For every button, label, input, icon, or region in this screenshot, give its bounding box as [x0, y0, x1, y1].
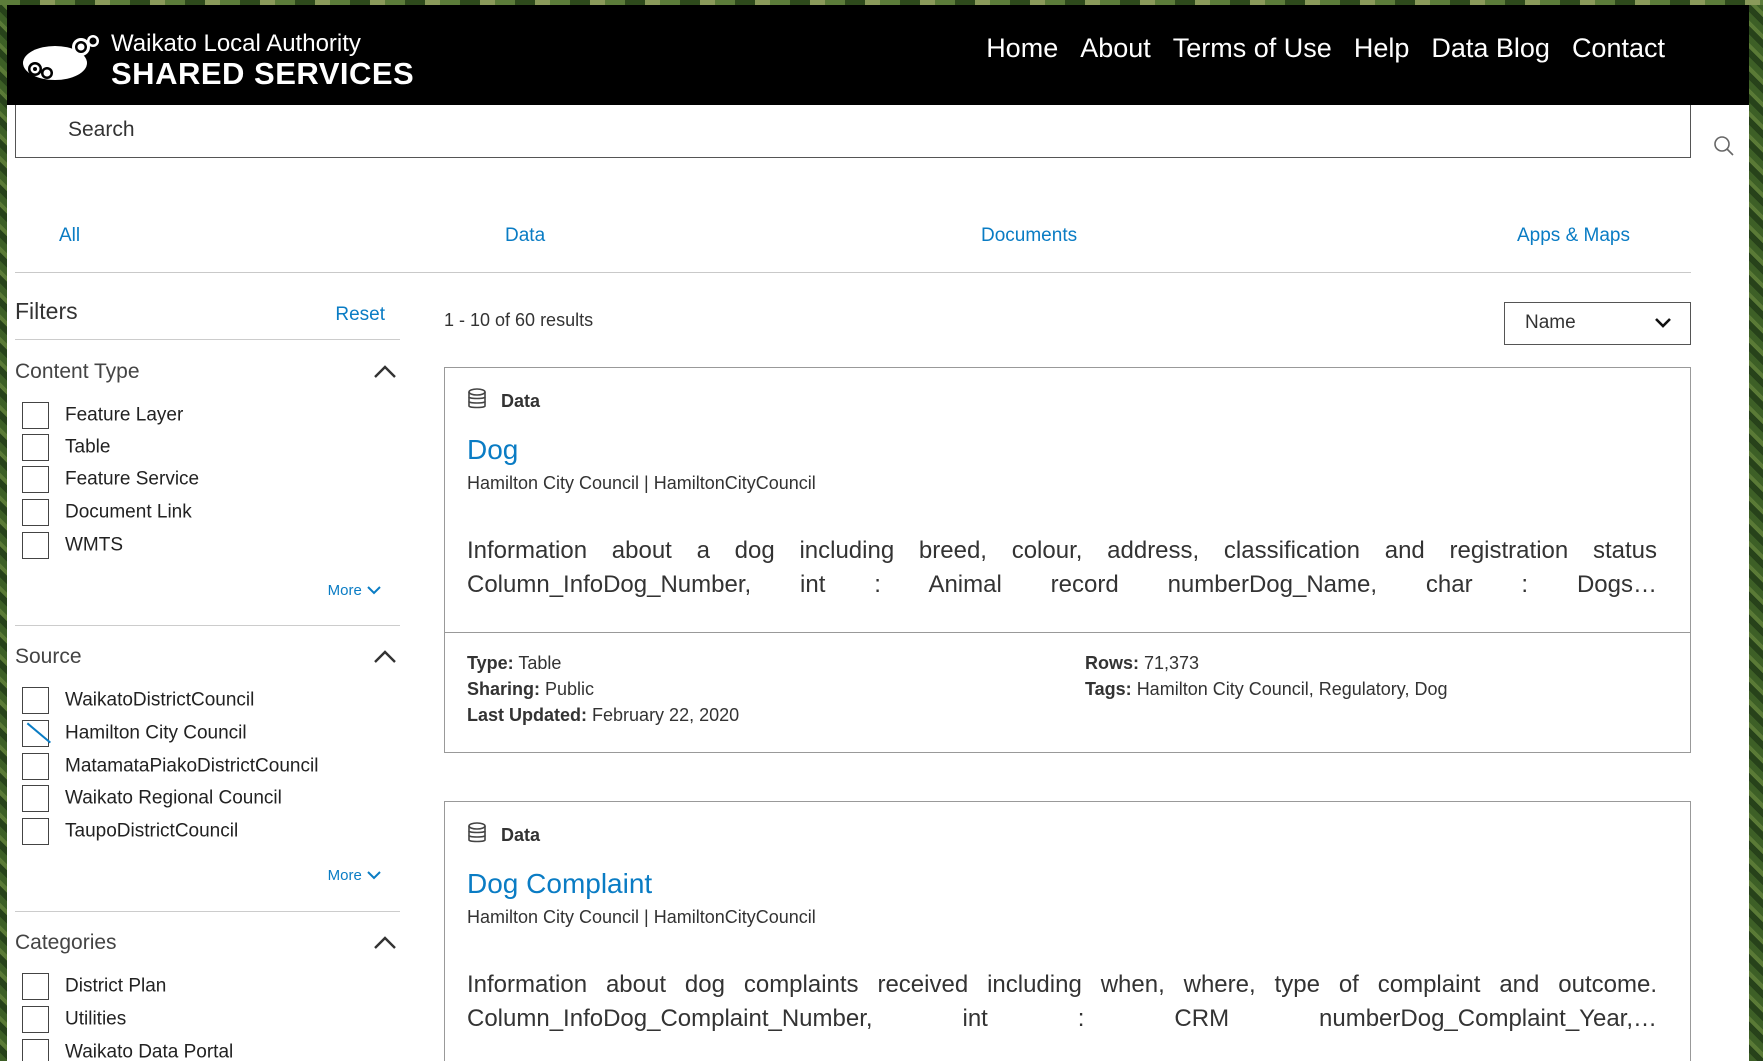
facet-option[interactable]: Waikato Data Portal: [22, 1039, 233, 1061]
facet-divider: [15, 625, 400, 626]
content-tabs: All Data Documents Apps & Maps: [15, 215, 1691, 273]
page: Waikato Local Authority SHARED SERVICES …: [7, 5, 1749, 1061]
checkbox[interactable]: [22, 402, 49, 429]
checkbox[interactable]: [22, 499, 49, 526]
facet-option[interactable]: Utilities: [22, 1006, 126, 1036]
facet-more-button[interactable]: More: [328, 867, 382, 884]
site-header: Waikato Local Authority SHARED SERVICES …: [7, 5, 1749, 105]
card-type: Data: [467, 388, 540, 412]
facet-divider: [15, 911, 400, 912]
card-description: Information about a dog including breed,…: [467, 537, 1657, 598]
card-title-link[interactable]: Dog: [467, 434, 518, 466]
facet-content-type: Content Type Feature Layer Table Feature…: [15, 360, 400, 610]
facet-option[interactable]: Document Link: [22, 499, 192, 529]
facet-option[interactable]: WaikatoDistrictCouncil: [22, 687, 254, 717]
nav-about[interactable]: About: [1080, 33, 1151, 64]
meta-type: Type: Table: [467, 653, 562, 673]
facet-option[interactable]: Feature Layer: [22, 402, 183, 432]
card-owner: Hamilton City Council | HamiltonCityCoun…: [467, 473, 816, 493]
nav-help[interactable]: Help: [1354, 33, 1410, 64]
site-logo[interactable]: Waikato Local Authority SHARED SERVICES: [21, 27, 414, 91]
reset-filters-button[interactable]: Reset: [335, 304, 385, 326]
database-icon: [468, 822, 486, 843]
chevron-up-icon[interactable]: [370, 931, 400, 955]
checkbox[interactable]: [22, 687, 49, 714]
background-foliage-right: [1749, 0, 1763, 1061]
checkbox[interactable]: [22, 1039, 49, 1061]
card-owner: Hamilton City Council | HamiltonCityCoun…: [467, 907, 816, 927]
facet-more-button[interactable]: More: [328, 582, 382, 599]
checkbox-checked[interactable]: [22, 720, 49, 747]
checkbox[interactable]: [22, 818, 49, 845]
result-card: Data Dog Hamilton City Council | Hamilto…: [444, 367, 1691, 753]
facet-title: Source: [15, 645, 82, 668]
nav-contact[interactable]: Contact: [1572, 33, 1665, 64]
result-card: Data Dog Complaint Hamilton City Council…: [444, 801, 1691, 1061]
facet-option[interactable]: TaupoDistrictCouncil: [22, 818, 238, 848]
chevron-down-icon: [367, 871, 381, 880]
tab-apps-maps[interactable]: Apps & Maps: [1517, 225, 1630, 247]
checkbox[interactable]: [22, 1006, 49, 1033]
logo-line-1: Waikato Local Authority: [111, 30, 361, 57]
filters-header: Filters Reset: [15, 298, 400, 340]
search-icon[interactable]: [1711, 133, 1737, 159]
main-nav: Home About Terms of Use Help Data Blog C…: [986, 33, 1665, 64]
results-count: 1 - 10 of 60 results: [444, 310, 594, 330]
card-type: Data: [467, 822, 540, 846]
logo-icon: [23, 35, 99, 80]
facet-option[interactable]: Waikato Regional Council: [22, 785, 282, 815]
checkbox[interactable]: [22, 785, 49, 812]
facet-source: Source WaikatoDistrictCouncil Hamilton C…: [15, 645, 400, 895]
tab-documents[interactable]: Documents: [981, 225, 1077, 247]
facet-option[interactable]: WMTS: [22, 532, 123, 562]
meta-rows: Rows: 71,373: [1085, 653, 1200, 673]
logo-line-2: SHARED SERVICES: [111, 56, 415, 91]
facet-option[interactable]: Feature Service: [22, 466, 199, 496]
tab-all[interactable]: All: [59, 225, 80, 247]
facet-title: Content Type: [15, 360, 140, 383]
database-icon: [468, 388, 486, 409]
meta-last-updated: Last Updated: February 22, 2020: [467, 705, 740, 725]
card-title-link[interactable]: Dog Complaint: [467, 868, 652, 900]
facet-option[interactable]: District Plan: [22, 973, 166, 1003]
checkbox[interactable]: [22, 466, 49, 493]
chevron-up-icon[interactable]: [370, 360, 400, 384]
search-input[interactable]: Search: [15, 105, 1691, 158]
filters-title: Filters: [15, 298, 78, 324]
facet-title: Categories: [15, 931, 117, 954]
meta-tags: Tags: Hamilton City Council, Regulatory,…: [1085, 679, 1448, 699]
checkbox[interactable]: [22, 973, 49, 1000]
card-metadata: Type: Table Sharing: Public Last Updated…: [445, 632, 1690, 752]
chevron-down-icon: [367, 586, 381, 595]
chevron-down-icon: [1655, 318, 1671, 328]
chevron-up-icon[interactable]: [370, 645, 400, 669]
checkbox[interactable]: [22, 753, 49, 780]
checkbox[interactable]: [22, 532, 49, 559]
facet-option-selected[interactable]: Hamilton City Council: [22, 720, 247, 750]
facet-categories: Categories District Plan Utilities Waika…: [15, 931, 400, 1061]
nav-home[interactable]: Home: [986, 33, 1058, 64]
card-description: Information about dog complaints receive…: [467, 971, 1657, 1032]
facet-option[interactable]: Table: [22, 434, 110, 464]
meta-sharing: Sharing: Public: [467, 679, 595, 699]
tab-data[interactable]: Data: [505, 225, 545, 247]
nav-data-blog[interactable]: Data Blog: [1431, 33, 1550, 64]
checkbox[interactable]: [22, 434, 49, 461]
nav-terms-of-use[interactable]: Terms of Use: [1173, 33, 1332, 64]
sort-select[interactable]: Name: [1504, 302, 1691, 345]
facet-option[interactable]: MatamataPiakoDistrictCouncil: [22, 753, 318, 783]
